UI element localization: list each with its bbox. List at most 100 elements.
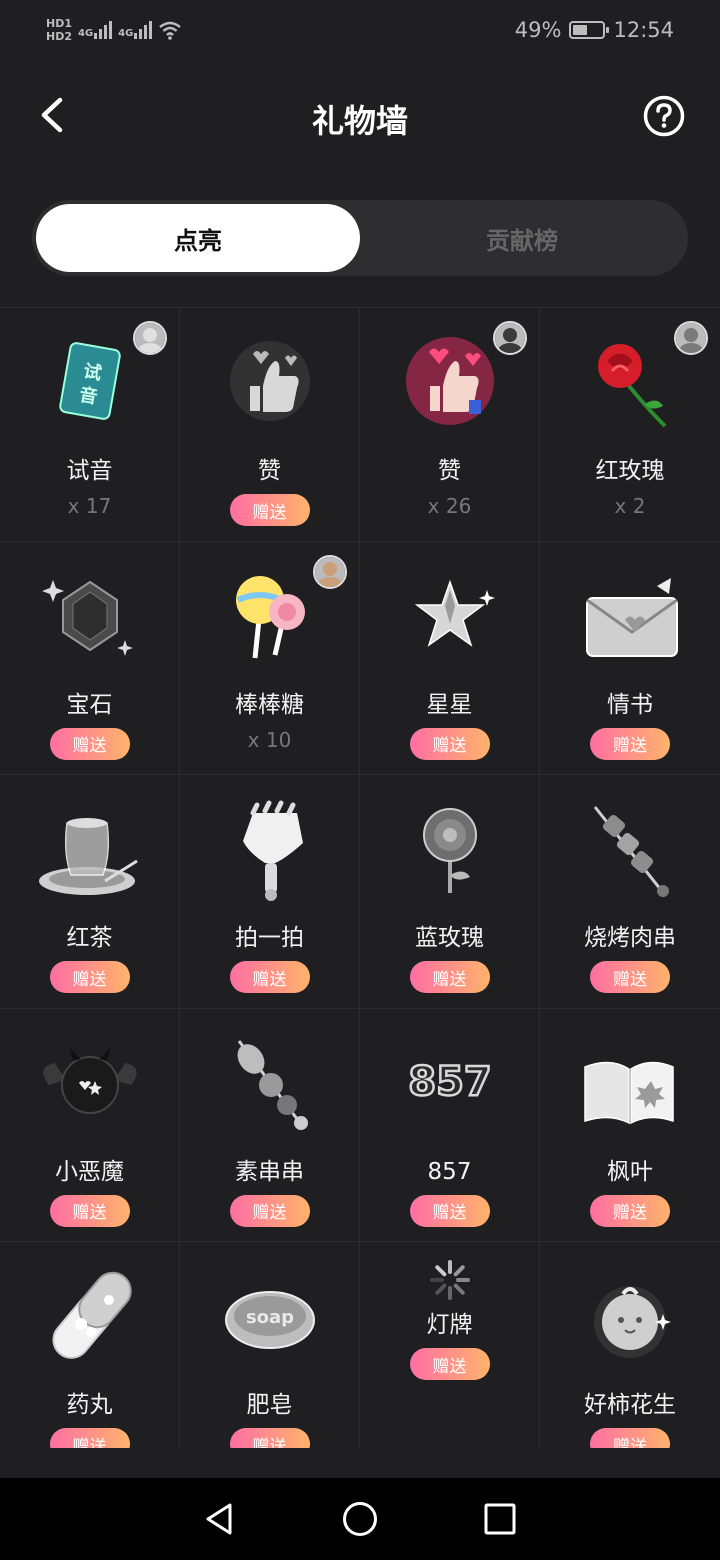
gift-count: x 17: [67, 494, 112, 518]
857-text-icon: 857: [385, 1017, 515, 1147]
circle-home-icon[interactable]: [340, 1499, 380, 1539]
gift-cell[interactable]: 857 857 赠送: [360, 1008, 540, 1242]
hd-indicator: HD1 HD2: [46, 17, 72, 43]
gift-count: x 26: [427, 494, 472, 518]
tab-contribution-rank[interactable]: 贡献榜: [360, 204, 684, 272]
gift-cell[interactable]: 棒棒糖 x 10: [180, 541, 360, 775]
status-bar: HD1 HD2 4G 4G 49% 12:54: [0, 0, 720, 60]
gift-name: 赞: [438, 458, 461, 484]
veggie-skewer-icon: [205, 1017, 335, 1147]
gift-name: 枫叶: [607, 1158, 653, 1185]
gift-cell[interactable]: 烧烤肉串 赠送: [540, 775, 720, 1009]
soap-icon: soap: [205, 1250, 335, 1380]
gift-cell[interactable]: 情书 赠送: [540, 542, 720, 775]
signal-bars-icon: [94, 21, 113, 39]
gift-count: x 10: [247, 727, 292, 752]
gift-cell[interactable]: 好柿花生 赠送: [540, 1242, 720, 1448]
gift-name: 红茶: [66, 925, 113, 951]
square-recents-icon[interactable]: [480, 1499, 520, 1539]
persimmon-icon: [565, 1250, 695, 1380]
send-gift-button[interactable]: 赠送: [590, 961, 670, 993]
gift-cell[interactable]: 灯牌 赠送: [360, 1242, 540, 1448]
gift-name: 857: [427, 1158, 472, 1185]
avatar[interactable]: [674, 321, 708, 355]
signal-1-label: 4G: [78, 28, 94, 39]
send-gift-button[interactable]: 赠送: [49, 961, 130, 993]
meat-skewer-icon: [565, 783, 695, 913]
gift-cell[interactable]: 赞 x 26: [360, 308, 540, 542]
svg-text:音: 音: [77, 384, 99, 409]
send-gift-button[interactable]: 赠送: [590, 1194, 670, 1227]
gift-name: 好柿花生: [584, 1392, 676, 1418]
send-gift-button[interactable]: 赠送: [590, 1428, 670, 1448]
tab-bar: 点亮 贡献榜: [32, 200, 688, 276]
gift-cell[interactable]: 赞赠送: [180, 308, 360, 542]
signal-bars-icon: [134, 21, 153, 39]
gift-cell[interactable]: 药丸 赠送: [0, 1242, 180, 1448]
gift-cell[interactable]: 试音试音 x 17: [0, 308, 180, 542]
send-gift-button[interactable]: 赠送: [229, 494, 310, 526]
send-gift-button[interactable]: 赠送: [409, 1348, 490, 1380]
tea-cup-icon: [25, 783, 155, 913]
send-gift-button[interactable]: 赠送: [409, 1194, 490, 1227]
gift-cell[interactable]: 素串串 赠送: [180, 1008, 360, 1242]
question-circle-icon: [643, 95, 685, 137]
send-gift-button[interactable]: 赠送: [49, 1194, 130, 1227]
help-button[interactable]: [642, 94, 686, 138]
send-gift-button[interactable]: 赠送: [229, 961, 310, 993]
blue-rose-icon: [385, 783, 515, 913]
gift-cell[interactable]: 红茶 赠送: [0, 775, 180, 1009]
send-gift-button[interactable]: 赠送: [409, 727, 490, 760]
gift-count: x 2: [614, 494, 646, 518]
tab-light-up[interactable]: 点亮: [36, 204, 360, 272]
loading-spinner-icon: [385, 1250, 515, 1310]
gift-cell[interactable]: 星星 赠送: [360, 541, 540, 775]
star-icon: [385, 550, 515, 680]
gift-cell[interactable]: 宝石 赠送: [0, 541, 180, 775]
gift-name: 药丸: [66, 1392, 113, 1418]
gift-name: 情书: [607, 691, 653, 718]
system-nav-bar: [0, 1478, 720, 1560]
svg-text:soap: soap: [245, 1307, 293, 1328]
love-letter-icon: [565, 550, 695, 680]
pill-icon: [25, 1250, 155, 1380]
little-devil-icon: [25, 1017, 155, 1147]
gift-grid: 试音试音 x 17 赞赠送赞 x 26 红玫瑰 x 2 宝石 赠送 棒棒糖 x 10 星星 赠送 情书赠…: [0, 307, 720, 1448]
gift-name: 素串串: [235, 1158, 304, 1185]
signal-1: 4G: [78, 21, 113, 39]
gift-cell[interactable]: 小恶魔 赠送: [0, 1008, 180, 1242]
gift-name: 宝石: [66, 691, 113, 718]
gift-name: 棒棒糖: [235, 691, 304, 718]
battery-fill: [573, 25, 588, 35]
gift-cell[interactable]: 红玫瑰 x 2: [540, 308, 720, 542]
status-right: 49% 12:54: [515, 18, 674, 42]
send-gift-button[interactable]: 赠送: [229, 1194, 310, 1227]
signal-2-label: 4G: [118, 28, 134, 39]
send-gift-button[interactable]: 赠送: [229, 1428, 310, 1448]
avatar[interactable]: [313, 554, 347, 589]
gift-cell[interactable]: 拍一拍 赠送: [180, 775, 360, 1009]
gift-name: 拍一拍: [235, 925, 304, 951]
gift-name: 蓝玫瑰: [415, 925, 484, 951]
thumbs-up-gray-icon: [205, 316, 335, 446]
gift-cell[interactable]: 蓝玫瑰 赠送: [360, 775, 540, 1009]
send-gift-button[interactable]: 赠送: [49, 1428, 130, 1448]
gift-name: 赞: [258, 458, 281, 484]
gift-cell[interactable]: 枫叶 赠送: [540, 1009, 720, 1242]
page-title: 礼物墙: [311, 102, 408, 140]
gift-name: 肥皂: [246, 1392, 293, 1418]
send-gift-button[interactable]: 赠送: [49, 727, 130, 760]
battery-percent: 49%: [514, 18, 562, 42]
gift-cell[interactable]: soap 肥皂赠送: [180, 1242, 360, 1448]
gift-name: 试音: [66, 458, 113, 484]
triangle-back-icon[interactable]: [200, 1499, 240, 1539]
send-gift-button[interactable]: 赠送: [590, 727, 670, 760]
avatar[interactable]: [133, 321, 167, 355]
send-gift-button[interactable]: 赠送: [409, 961, 490, 993]
svg-text:857: 857: [408, 1059, 492, 1105]
avatar[interactable]: [493, 321, 527, 355]
hd1-label: HD1: [46, 17, 72, 30]
battery-icon: [569, 21, 610, 39]
gift-name: 烧烤肉串: [584, 925, 676, 951]
gift-name: 星星: [426, 691, 473, 718]
